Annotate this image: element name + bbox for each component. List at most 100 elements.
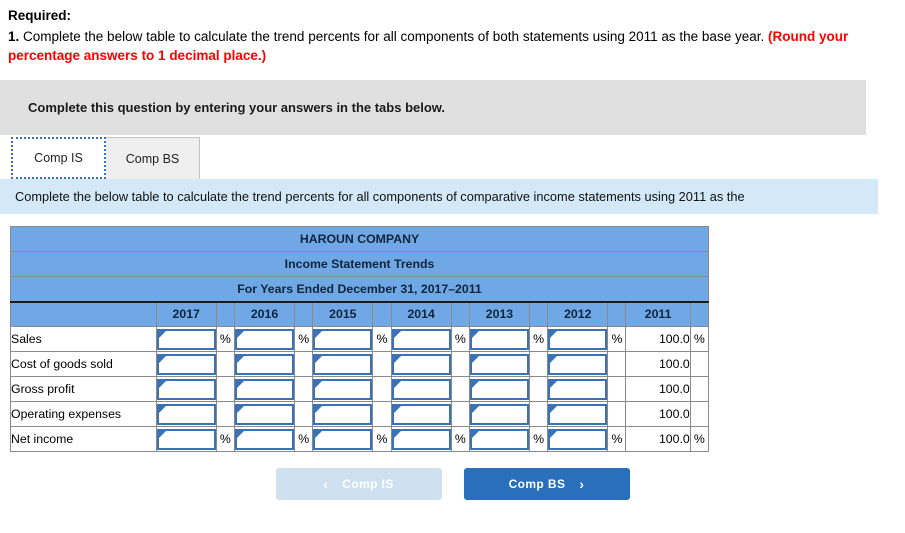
input-cell-cogs-2016[interactable] xyxy=(233,351,296,377)
trend-input[interactable] xyxy=(234,428,295,450)
tab-comp-is[interactable]: Comp IS xyxy=(11,137,106,179)
input-cell-sales-2014[interactable] xyxy=(390,326,452,352)
input-cell-cogs-2014[interactable] xyxy=(390,351,452,377)
trend-input[interactable] xyxy=(234,378,295,400)
year-header-2013: 2013 xyxy=(468,301,531,327)
trend-input[interactable] xyxy=(469,353,530,375)
input-cell-net-income-2014[interactable] xyxy=(390,426,452,452)
trend-input[interactable] xyxy=(156,378,216,400)
trend-input[interactable] xyxy=(234,353,295,375)
base-value-gross-profit-2011: 100.0 xyxy=(625,376,691,402)
input-cell-net-income-2015[interactable] xyxy=(312,426,374,452)
year-header-2016-pct xyxy=(294,301,314,327)
pct-gross-profit-2013 xyxy=(529,376,549,402)
pct-sales-2015: % xyxy=(372,326,392,352)
trend-input[interactable] xyxy=(313,378,373,400)
year-header-2013-pct xyxy=(529,301,549,327)
pct-operating-expenses-2014 xyxy=(450,401,470,427)
input-cell-operating-expenses-2013[interactable] xyxy=(468,401,531,427)
input-cell-gross-profit-2016[interactable] xyxy=(233,376,296,402)
input-cell-sales-2012[interactable] xyxy=(547,326,609,352)
trend-input[interactable] xyxy=(156,328,216,350)
table-row: Cost of goods sold 100.0 xyxy=(10,351,710,377)
pct-sales-2014: % xyxy=(450,326,470,352)
trend-input[interactable] xyxy=(313,353,373,375)
trend-input[interactable] xyxy=(391,403,451,425)
tab-instruction-text: Complete the below table to calculate th… xyxy=(15,189,745,204)
trend-input[interactable] xyxy=(548,353,608,375)
year-header-2012-pct xyxy=(607,301,627,327)
trend-input[interactable] xyxy=(156,403,216,425)
trend-input[interactable] xyxy=(234,328,295,350)
year-header-2017-pct xyxy=(215,301,235,327)
trend-input[interactable] xyxy=(391,428,451,450)
trend-input[interactable] xyxy=(234,403,295,425)
trend-input[interactable] xyxy=(313,328,373,350)
trend-input[interactable] xyxy=(313,428,373,450)
input-cell-net-income-2012[interactable] xyxy=(547,426,609,452)
income-statement-trends-table: HAROUN COMPANY Income Statement Trends F… xyxy=(10,226,710,452)
trend-input[interactable] xyxy=(469,328,530,350)
year-header-2017: 2017 xyxy=(155,301,217,327)
pct-cogs-2012 xyxy=(607,351,627,377)
table-year-header-row: 2017 2016 2015 2014 2013 2012 2011 xyxy=(10,301,710,327)
tab-comp-bs[interactable]: Comp BS xyxy=(105,137,200,179)
prev-comp-is-button[interactable]: ‹ Comp IS xyxy=(275,468,442,500)
input-cell-sales-2016[interactable] xyxy=(233,326,296,352)
input-cell-cogs-2013[interactable] xyxy=(468,351,531,377)
trend-input[interactable] xyxy=(548,378,608,400)
pct-operating-expenses-2012 xyxy=(607,401,627,427)
trend-input[interactable] xyxy=(548,403,608,425)
input-cell-operating-expenses-2017[interactable] xyxy=(155,401,217,427)
chevron-left-icon: ‹ xyxy=(323,476,329,492)
instruction-banner: Complete this question by entering your … xyxy=(0,80,866,135)
row-label-sales: Sales xyxy=(10,326,157,352)
trend-input[interactable] xyxy=(156,353,216,375)
input-cell-gross-profit-2012[interactable] xyxy=(547,376,609,402)
trend-input[interactable] xyxy=(313,403,373,425)
base-value-operating-expenses-2011: 100.0 xyxy=(625,401,691,427)
row-label-cost-of-goods-sold: Cost of goods sold xyxy=(10,351,157,377)
year-header-2014: 2014 xyxy=(390,301,452,327)
trend-input[interactable] xyxy=(391,378,451,400)
trend-input[interactable] xyxy=(469,378,530,400)
input-cell-net-income-2016[interactable] xyxy=(233,426,296,452)
input-cell-gross-profit-2017[interactable] xyxy=(155,376,217,402)
trend-input[interactable] xyxy=(391,353,451,375)
trend-input[interactable] xyxy=(548,328,608,350)
question-text-line: 1. Complete the below table to calculate… xyxy=(8,27,897,65)
input-cell-cogs-2017[interactable] xyxy=(155,351,217,377)
input-cell-sales-2017[interactable] xyxy=(155,326,217,352)
input-cell-sales-2015[interactable] xyxy=(312,326,374,352)
tab-navigation-bar: ‹ Comp IS Comp BS › xyxy=(0,468,905,500)
input-cell-gross-profit-2015[interactable] xyxy=(312,376,374,402)
pct-gross-profit-2017 xyxy=(215,376,235,402)
input-cell-sales-2013[interactable] xyxy=(468,326,531,352)
pct-net-income-2011: % xyxy=(689,426,710,452)
input-cell-gross-profit-2014[interactable] xyxy=(390,376,452,402)
year-header-2016: 2016 xyxy=(233,301,296,327)
year-header-corner xyxy=(10,301,157,327)
base-value-sales-2011: 100.0 xyxy=(625,326,691,352)
trend-input[interactable] xyxy=(469,403,530,425)
row-label-gross-profit: Gross profit xyxy=(10,376,157,402)
trend-percent-table-container: HAROUN COMPANY Income Statement Trends F… xyxy=(10,226,905,452)
input-cell-net-income-2017[interactable] xyxy=(155,426,217,452)
input-cell-cogs-2012[interactable] xyxy=(547,351,609,377)
trend-input[interactable] xyxy=(548,428,608,450)
trend-input[interactable] xyxy=(156,428,216,450)
input-cell-operating-expenses-2015[interactable] xyxy=(312,401,374,427)
table-row: Gross profit 100.0 xyxy=(10,376,710,402)
question-body: Complete the below table to calculate th… xyxy=(19,29,765,44)
next-comp-bs-button[interactable]: Comp BS › xyxy=(463,468,630,500)
input-cell-net-income-2013[interactable] xyxy=(468,426,531,452)
pct-operating-expenses-2015 xyxy=(372,401,392,427)
input-cell-operating-expenses-2012[interactable] xyxy=(547,401,609,427)
trend-input[interactable] xyxy=(469,428,530,450)
trend-input[interactable] xyxy=(391,328,451,350)
input-cell-operating-expenses-2016[interactable] xyxy=(233,401,296,427)
input-cell-operating-expenses-2014[interactable] xyxy=(390,401,452,427)
table-title-row-period: For Years Ended December 31, 2017–2011 xyxy=(10,276,709,303)
input-cell-cogs-2015[interactable] xyxy=(312,351,374,377)
input-cell-gross-profit-2013[interactable] xyxy=(468,376,531,402)
